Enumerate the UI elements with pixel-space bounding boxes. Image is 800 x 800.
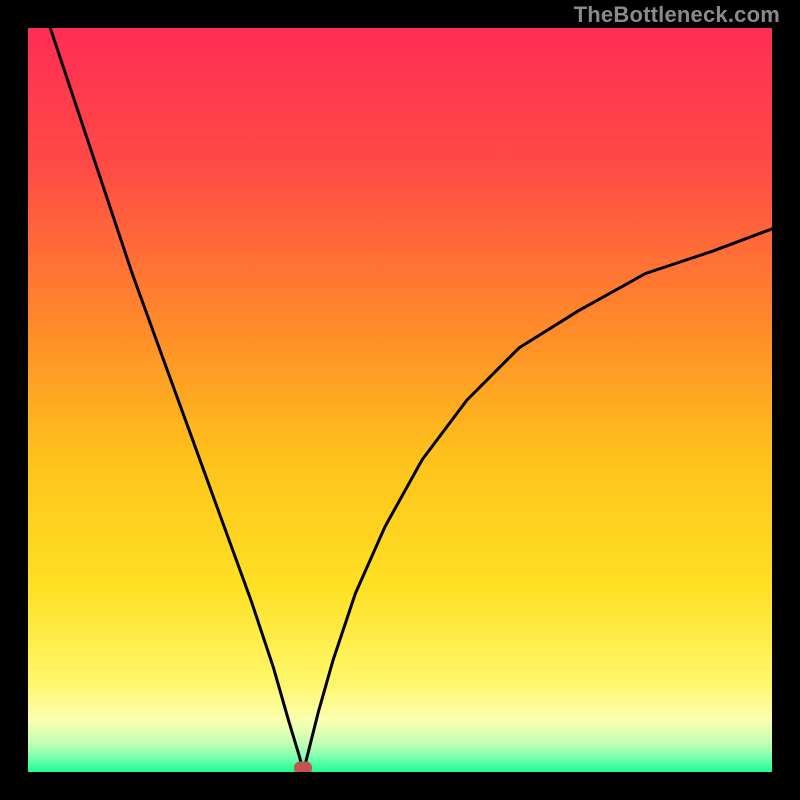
outer-frame: TheBottleneck.com xyxy=(0,0,800,800)
attribution-text: TheBottleneck.com xyxy=(574,2,780,28)
plot-area xyxy=(28,28,772,772)
bottleneck-curve xyxy=(28,28,772,772)
optimal-point-marker xyxy=(294,762,312,773)
